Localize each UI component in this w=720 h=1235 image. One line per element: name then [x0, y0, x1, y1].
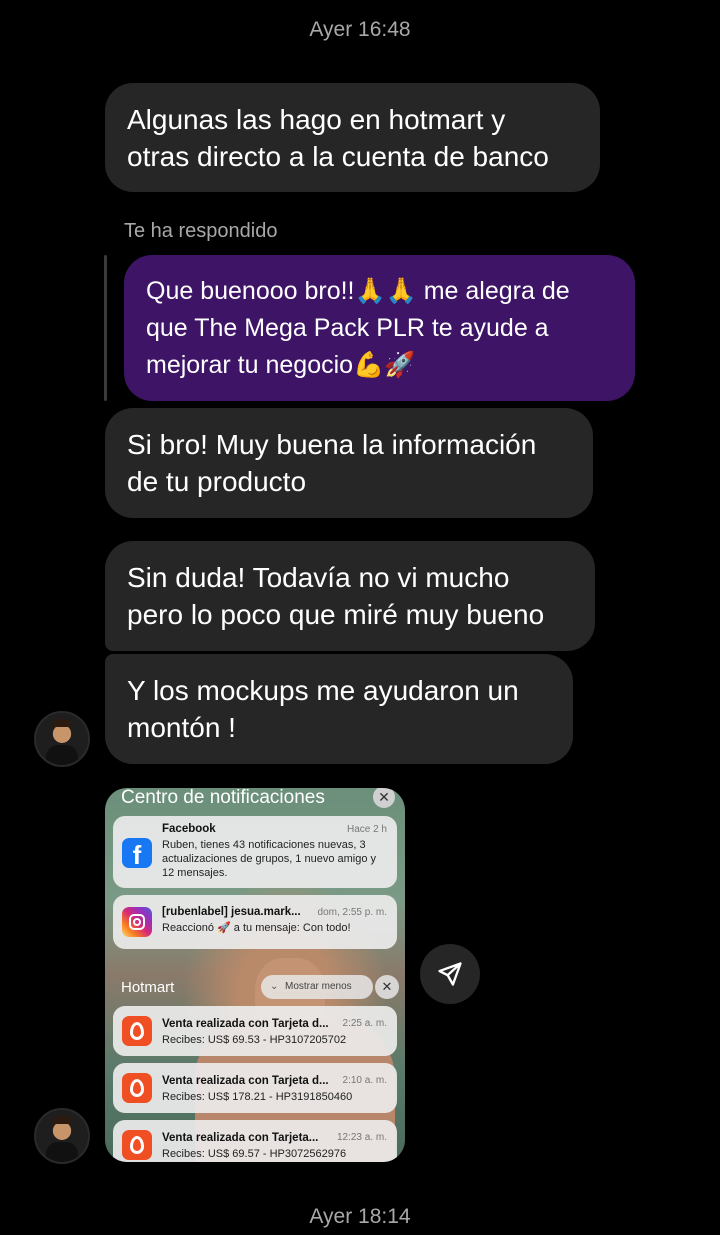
avatar[interactable] — [34, 1108, 90, 1164]
chevron-down-icon: ⌄ — [270, 981, 279, 992]
message-bubble[interactable]: Si bro! Muy buena la información de tu p… — [105, 408, 593, 518]
notification-time: 12:23 a. m. — [336, 1132, 387, 1143]
message-line: mejorar tu negocio💪🚀 — [146, 351, 416, 379]
message-line: Algunas las hago en hotmart y — [127, 104, 506, 135]
notification-title: [rubenlabel] jesua.mark... — [162, 906, 301, 918]
hotmart-icon — [122, 1130, 152, 1160]
hotmart-notification: Venta realizada con Tarjeta d... 2:10 a.… — [113, 1063, 397, 1113]
notification-body: Recibes: US$ 69.57 - HP3072562976 — [162, 1148, 347, 1160]
share-button[interactable] — [420, 944, 480, 1004]
notification-title: Venta realizada con Tarjeta... — [162, 1132, 319, 1144]
send-icon — [438, 962, 462, 986]
show-less-pill: ⌄ Mostrar menos — [261, 975, 373, 999]
show-less-label: Mostrar menos — [285, 981, 352, 992]
timestamp-bottom: Ayer 18:14 — [309, 1205, 411, 1228]
avatar[interactable] — [34, 711, 90, 767]
notification-title: Venta realizada con Tarjeta d... — [162, 1075, 329, 1087]
message-line: que The Mega Pack PLR te ayude a — [146, 314, 549, 342]
notification-time: Hace 2 h — [346, 824, 387, 835]
notification-time: dom, 2:55 p. m. — [317, 907, 387, 918]
message-line: pero lo poco que miré muy bueno — [127, 599, 545, 630]
notification-title: Venta realizada con Tarjeta d... — [162, 1018, 329, 1030]
timestamp-top: Ayer 16:48 — [309, 18, 411, 41]
reply-label: Te ha respondido — [124, 220, 278, 242]
notification-center-title: Centro de notificaciones — [121, 788, 325, 808]
hotmart-icon — [122, 1016, 152, 1046]
notification-time: 2:10 a. m. — [342, 1075, 387, 1086]
message-line: Sin duda! Todavía no vi mucho — [127, 562, 510, 593]
message-bubble[interactable]: Y los mockups me ayudaron un montón ! — [105, 654, 573, 764]
notification-time: 2:25 a. m. — [342, 1018, 387, 1029]
hotmart-icon — [122, 1073, 152, 1103]
facebook-icon: f — [122, 838, 152, 870]
message-line: Que buenooo bro!!🙏🙏 me alegra de — [146, 277, 570, 305]
instagram-icon — [122, 907, 152, 937]
message-line: otras directo a la cuenta de banco — [127, 141, 549, 172]
message-line: Si bro! Muy buena la información — [127, 429, 537, 460]
message-line: montón ! — [127, 712, 236, 743]
shared-image[interactable]: Centro de notificaciones ✕ f Facebook Ha… — [105, 788, 405, 1162]
notification-body: Reaccionó 🚀 a tu mensaje: Con todo! — [162, 922, 351, 934]
close-icon: ✕ — [373, 788, 395, 808]
hotmart-notification: Venta realizada con Tarjeta... 12:23 a. … — [113, 1120, 397, 1162]
notification-app: Facebook — [162, 823, 216, 835]
message-bubble[interactable]: Sin duda! Todavía no vi mucho pero lo po… — [105, 541, 595, 651]
hotmart-notification: Venta realizada con Tarjeta d... 2:25 a.… — [113, 1006, 397, 1056]
message-bubble[interactable]: Algunas las hago en hotmart y otras dire… — [105, 83, 600, 192]
notification-body: Ruben, tienes 43 notificaciones nuevas, … — [162, 839, 377, 879]
notification-body: Recibes: US$ 69.53 - HP3107205702 — [162, 1034, 347, 1046]
close-icon: ✕ — [375, 975, 399, 999]
reply-quote-bar — [104, 255, 107, 401]
notification-group-label: Hotmart — [121, 979, 175, 996]
notification-body: Recibes: US$ 178.21 - HP3191850460 — [162, 1091, 353, 1103]
message-line: Y los mockups me ayudaron un — [127, 675, 519, 706]
instagram-notification: [rubenlabel] jesua.mark... dom, 2:55 p. … — [113, 895, 397, 949]
replied-message-bubble[interactable]: Que buenooo bro!!🙏🙏 me alegra de que The… — [124, 255, 635, 401]
facebook-notification: f Facebook Hace 2 h Ruben, tienes 43 not… — [113, 816, 397, 888]
message-line: de tu producto — [127, 466, 307, 497]
